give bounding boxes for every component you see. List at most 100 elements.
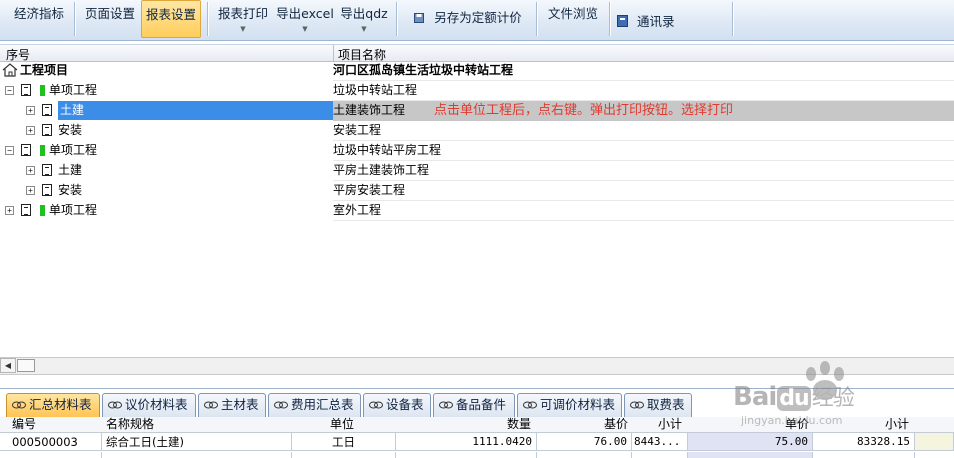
export-excel-button[interactable]: 导出excel ▼	[275, 0, 335, 38]
project-name-cell: 垃圾中转站工程	[333, 81, 954, 101]
tab-fee-table[interactable]: 取费表	[624, 393, 692, 417]
save-as-icon	[414, 13, 425, 23]
expand-icon[interactable]: +	[26, 126, 35, 135]
link-icon	[630, 401, 644, 409]
header-subtotal[interactable]: 小计	[885, 417, 909, 432]
ribbon-separator	[732, 2, 733, 36]
tree-column-header: 序号 项目名称	[0, 44, 954, 62]
status-green-icon	[40, 205, 45, 216]
scrollbar-thumb[interactable]	[17, 359, 35, 372]
tree-row-unit-project[interactable]: + 安装 平房安装工程	[0, 181, 954, 201]
contacts-button[interactable]: 通讯录	[617, 0, 727, 38]
header-subtotal[interactable]: 小计	[658, 417, 682, 432]
dropdown-arrow-icon: ▼	[302, 25, 308, 33]
cell-qty: 1111.0420	[396, 433, 537, 451]
home-icon	[2, 63, 18, 77]
report-print-button[interactable]: 报表打印 ▼	[213, 0, 273, 38]
page-setup-button[interactable]: 页面设置	[80, 0, 140, 38]
link-icon	[369, 401, 383, 409]
cell-code: 000500003	[0, 433, 102, 451]
tab-main-materials[interactable]: 主材表	[198, 393, 266, 417]
economic-index-button[interactable]: 经济指标	[8, 0, 70, 38]
contacts-label: 通讯录	[637, 14, 675, 29]
link-icon	[204, 401, 218, 409]
node-icon	[21, 144, 31, 156]
file-browse-label: 文件浏览	[547, 6, 598, 21]
economic-index-label: 经济指标	[13, 6, 64, 21]
expand-icon[interactable]: +	[26, 166, 35, 175]
node-icon	[42, 104, 52, 116]
instruction-annotation: 点击单位工程后，点右键。弹出打印按钮。选择打印	[434, 103, 734, 118]
expand-icon[interactable]: +	[26, 186, 35, 195]
tree-row-single-project[interactable]: + 单项工程 室外工程	[0, 201, 954, 221]
cell-extra	[915, 433, 954, 451]
tab-negotiated-materials[interactable]: 议价材料表	[102, 393, 196, 417]
collapse-icon[interactable]: −	[5, 86, 14, 95]
node-icon	[21, 84, 31, 96]
tree-row-root[interactable]: 工程项目 河口区孤岛镇生活垃圾中转站工程	[0, 61, 954, 81]
tab-summary-materials[interactable]: 汇总材料表	[6, 393, 100, 417]
link-icon	[523, 401, 537, 409]
tab-label: 设备表	[386, 397, 424, 412]
tab-cost-summary[interactable]: 费用汇总表	[268, 393, 361, 417]
ribbon-toolbar: 经济指标 页面设置 报表设置 报表打印 ▼ 导出excel ▼ 导出qdz ▼ 另存为…	[0, 0, 954, 41]
save-as-quota-button[interactable]: 另存为定额计价	[404, 0, 532, 38]
tree-node-label: 单项工程	[49, 203, 98, 217]
export-qdz-label: 导出qdz	[340, 6, 388, 21]
cell-subtotal: 83328.15	[813, 433, 915, 451]
tab-label: 主材表	[221, 397, 259, 412]
cell	[688, 452, 813, 458]
header-spec[interactable]: 名称规格	[106, 417, 154, 432]
tree-node-label: 工程项目	[20, 63, 69, 77]
tree-node-label: 安装	[58, 123, 83, 137]
link-icon	[439, 401, 453, 409]
cell	[0, 452, 102, 458]
ribbon-separator	[207, 2, 208, 36]
tree-node-label: 土建	[58, 163, 83, 177]
link-icon	[274, 401, 288, 409]
scroll-left-icon[interactable]: ◀	[0, 358, 16, 373]
tab-label: 费用汇总表	[291, 397, 354, 412]
ribbon-separator	[536, 2, 537, 36]
expand-icon[interactable]: +	[5, 206, 14, 215]
tab-label: 议价材料表	[125, 397, 188, 412]
project-name-cell: 平房土建装饰工程	[333, 161, 954, 181]
tree-row-single-project[interactable]: − 单项工程 垃圾中转站工程	[0, 81, 954, 101]
tree-row-single-project[interactable]: − 单项工程 垃圾中转站平房工程	[0, 141, 954, 161]
header-qty[interactable]: 数量	[507, 417, 531, 432]
tab-equipment[interactable]: 设备表	[363, 393, 431, 417]
tree-row-unit-project[interactable]: + 安装 安装工程	[0, 121, 954, 141]
project-name-cell: 平房安装工程	[333, 181, 954, 201]
tab-adjustable-materials[interactable]: 可调价材料表	[517, 393, 622, 417]
tree-row-unit-project-selected[interactable]: + 土建 土建装饰工程 点击单位工程后，点右键。弹出打印按钮。选择打印	[0, 101, 954, 121]
cell	[537, 452, 632, 458]
export-excel-label: 导出excel	[276, 6, 334, 21]
tree-row-unit-project[interactable]: + 土建 平房土建装饰工程	[0, 161, 954, 181]
tree-node-label: 单项工程	[49, 83, 98, 97]
export-qdz-button[interactable]: 导出qdz ▼	[337, 0, 391, 38]
selection-highlight	[58, 101, 333, 120]
tab-spare-parts[interactable]: 备品备件	[433, 393, 515, 417]
cell	[813, 452, 915, 458]
tab-label: 可调价材料表	[540, 397, 616, 412]
cell-unit-price: 75.00	[688, 433, 813, 451]
file-browse-button[interactable]: 文件浏览	[542, 0, 604, 38]
cell-spec: 综合工日(土建)	[102, 433, 292, 451]
header-unit[interactable]: 单位	[330, 417, 354, 432]
report-setup-button[interactable]: 报表设置	[141, 0, 201, 38]
collapse-icon[interactable]: −	[5, 146, 14, 155]
project-name-cell: 室外工程	[333, 201, 954, 221]
node-icon	[21, 204, 31, 216]
column-divider[interactable]	[333, 45, 334, 61]
project-name-cell: 河口区孤岛镇生活垃圾中转站工程	[333, 61, 954, 81]
header-base-price[interactable]: 基价	[604, 417, 628, 432]
header-code[interactable]: 编号	[12, 417, 36, 432]
cell-subtotal: 8443...	[632, 433, 688, 451]
page-setup-label: 页面设置	[84, 6, 135, 21]
table-row[interactable]: 000500003 综合工日(土建) 工日 1111.0420 76.00 84…	[0, 433, 954, 452]
status-green-icon	[40, 85, 45, 96]
header-unit-price[interactable]: 单价	[785, 417, 809, 432]
tree-node-label: 土建	[60, 103, 85, 117]
expand-icon[interactable]: +	[26, 106, 35, 115]
horizontal-scrollbar[interactable]: ◀	[0, 357, 954, 375]
